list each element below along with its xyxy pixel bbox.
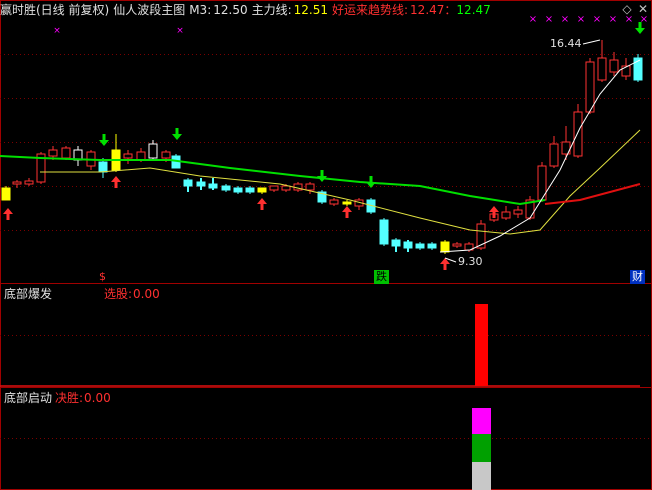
sell-arrow-up-2 (257, 198, 267, 210)
panel3-bar-green (472, 434, 491, 462)
buy-arrow-down-1 (172, 128, 182, 140)
candle-body-23 (281, 185, 291, 191)
m3-value: 12.50 (213, 3, 248, 17)
header-marker-1: × (176, 26, 184, 36)
signal-marker-0: × (529, 14, 537, 25)
candle-body-36 (440, 241, 450, 253)
signal-marker-5: × (609, 14, 617, 25)
ma-white-line (439, 59, 641, 253)
panel3-value: 0.00 (84, 391, 111, 405)
candle-body-37 (452, 243, 462, 247)
panel3-title: 底部启动 (4, 391, 53, 405)
low-price-label: 9.30 (458, 255, 483, 268)
candle-body-49 (597, 57, 607, 81)
sell-arrow-up-0 (3, 208, 13, 220)
panel3-bar-magenta (472, 408, 491, 434)
panel2-title: 底部爆发 (4, 287, 53, 301)
candle-body-47 (573, 111, 583, 157)
dollar-badge: $ (99, 270, 106, 283)
candle-body-0 (1, 187, 11, 201)
trend-line-value-2: 12.47 (456, 3, 491, 17)
signal-marker-4: × (593, 14, 601, 25)
candle-body-22 (269, 185, 279, 191)
candle-body-41 (501, 211, 511, 219)
candle-body-25 (305, 183, 315, 191)
main-chart-canvas[interactable]: × × × × × × × ×× × (0, 0, 652, 490)
m3-label: M3: (189, 3, 212, 17)
panel2-value: 0.00 (133, 287, 160, 301)
candle-body-35 (427, 243, 437, 249)
signal-marker-3: × (577, 14, 585, 25)
candle-body-5 (61, 147, 71, 159)
candle-body-28 (342, 201, 352, 205)
candle-body-45 (549, 143, 559, 167)
panel3-label: 决胜: (55, 391, 84, 405)
candle-body-11 (136, 151, 146, 161)
candle-body-10 (123, 153, 133, 159)
candle-body-34 (415, 243, 425, 249)
high-price-label: 16.44 (550, 37, 582, 50)
candle-body-27 (329, 199, 339, 205)
buy-arrow-down-0 (99, 134, 109, 146)
finance-badge: 财 (630, 270, 645, 284)
candle-body-48 (585, 61, 595, 113)
buy-arrow-down-3 (366, 176, 376, 188)
close-icon[interactable]: ✕ (636, 2, 650, 16)
main-line-value: 12.51 (293, 3, 328, 17)
candle-body-42 (513, 209, 523, 215)
candle-body-19 (233, 187, 243, 193)
candle-body-4 (48, 149, 58, 157)
fall-badge: 跌 (374, 270, 389, 284)
panel2-label: 选股: (104, 287, 133, 301)
trend-line-label: 好运来趋势线: (332, 3, 409, 17)
main-line-label: 主力线: (251, 3, 292, 17)
candle-body-21 (257, 187, 267, 193)
header-marker-0: × (53, 26, 61, 36)
candle-body-18 (221, 185, 231, 191)
candle-body-50 (609, 59, 619, 73)
stock-title: 赢时胜(日线 前复权) (0, 3, 110, 17)
sell-arrow-up-3 (342, 206, 352, 218)
candle-body-12 (148, 143, 158, 159)
main-force-line (0, 155, 546, 206)
signal-marker-2: × (561, 14, 569, 25)
candle-body-8 (98, 161, 108, 173)
high-leader-line (582, 39, 601, 45)
buy-arrow-down-2 (317, 170, 327, 182)
signal-marker-1: × (545, 14, 553, 25)
candle-body-2 (24, 180, 34, 185)
chart-frame (0, 0, 652, 490)
candle-body-31 (379, 219, 389, 245)
diamond-icon[interactable]: ◇ (620, 2, 634, 16)
candle-body-1 (12, 181, 22, 185)
panel2-signal-bar (475, 304, 488, 386)
trend-separator: ： (444, 3, 457, 17)
candle-body-20 (245, 187, 255, 193)
trend-line-value-1: 12.47 (410, 3, 445, 17)
panel3-bar-silver (472, 462, 491, 490)
chart-header: 赢时胜(日线 前复权) 仙人波段主图 M3: 12.50 主力线: 12.51 好运来趋势线… (0, 2, 495, 18)
candle-body-13 (161, 151, 171, 159)
indicator-name: 仙人波段主图 (113, 3, 186, 17)
